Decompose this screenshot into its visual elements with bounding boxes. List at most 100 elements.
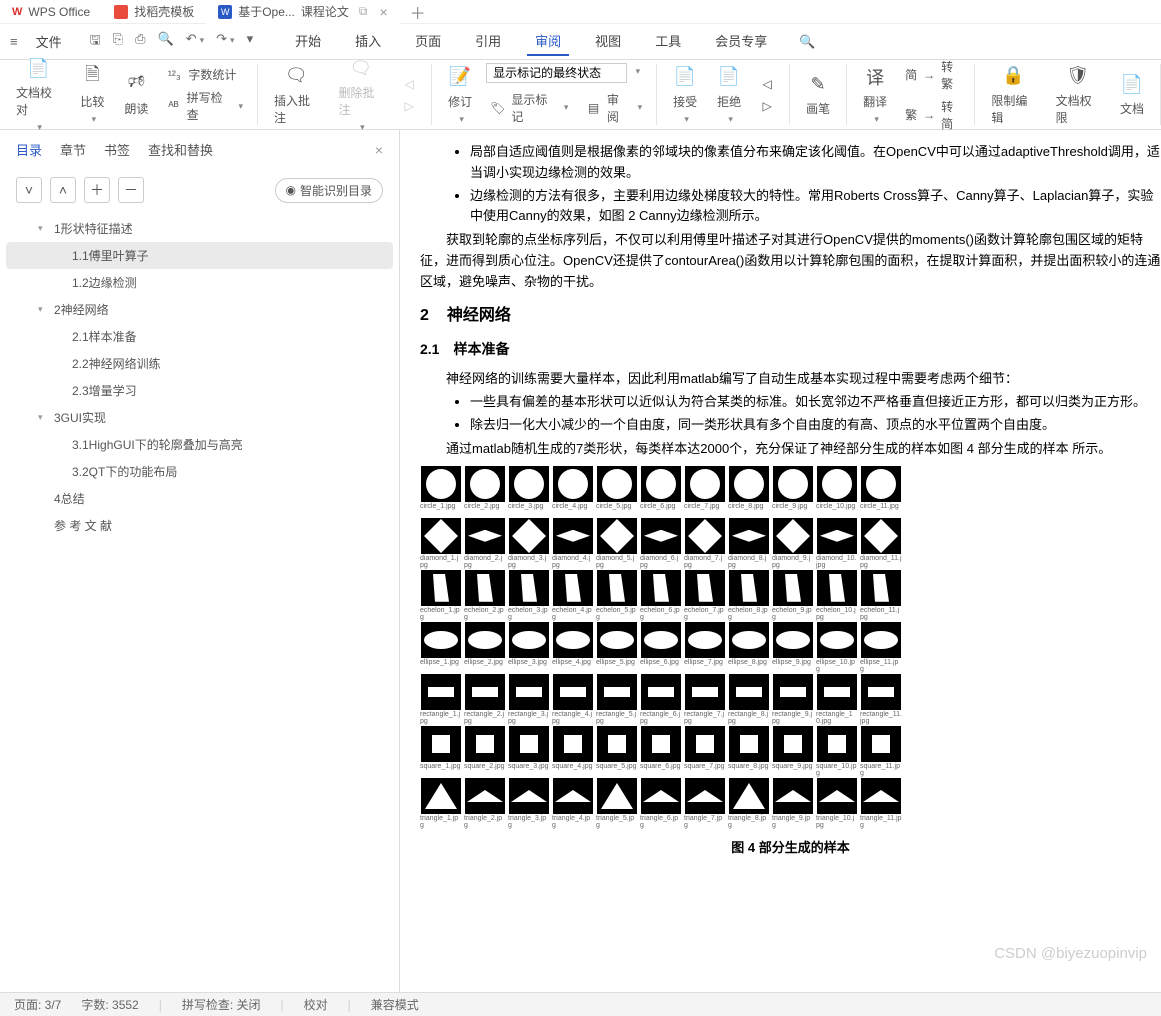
doc-perm-button[interactable]: 🛡文档权限 [1050, 60, 1106, 130]
undo-icon[interactable]: ↶ [186, 31, 204, 53]
toc-item[interactable]: 参 考 文 献 [0, 512, 399, 539]
show-marks-button[interactable]: 🏷显示标记 [486, 89, 572, 127]
sidebar-tab-chapters[interactable]: 章节 [60, 138, 86, 161]
sample-cell: square_8.jpg [728, 726, 770, 778]
toc-item[interactable]: 3GUI实现 [0, 404, 399, 431]
comment-add-icon: 🗨 [284, 64, 308, 88]
compare-button[interactable]: 🗎比较 [74, 61, 110, 129]
statusbar: 页面: 3/7 字数: 3552 | 拼写检查: 关闭 | 校对 | 兼容模式 [0, 992, 1161, 1016]
tab-start[interactable]: 开始 [287, 27, 329, 56]
tab-view[interactable]: 视图 [587, 27, 629, 56]
sample-cell: triangle_11.jpg [860, 778, 902, 830]
next-change-button[interactable]: ▷ [755, 96, 779, 116]
read-button[interactable]: 🕫朗读 [118, 68, 154, 121]
ribbon: 📄文档校对 🗎比较 🕫朗读 ¹²₃字数统计 ᴬᴮ拼写检查 🗨插入批注 🗨删除批注… [0, 60, 1161, 130]
toc-item[interactable]: 2.3增量学习 [0, 377, 399, 404]
revise-button[interactable]: 📝修订 [442, 61, 478, 129]
toc-item[interactable]: 2.2神经网络训练 [0, 350, 399, 377]
tab-member[interactable]: 会员专享 [707, 27, 775, 56]
new-tab-button[interactable]: ＋ [400, 0, 436, 24]
doc-bullet: 除去归一化大小减少的一个自由度，同一类形状具有多个自由度的有高、顶点的水平位置两… [470, 415, 1161, 436]
pane-icon: ▤ [586, 100, 600, 116]
sidebar-tab-findreplace[interactable]: 查找和替换 [148, 138, 213, 161]
file-menu[interactable]: 文件 [28, 28, 70, 55]
proof-icon: 📄 [26, 56, 50, 80]
redo-icon[interactable]: ↷ [216, 31, 234, 53]
tab-tools[interactable]: 工具 [647, 27, 689, 56]
toc-item[interactable]: 3.1HighGUI下的轮廓叠加与高亮 [0, 431, 399, 458]
sidebar-close-icon[interactable]: × [375, 142, 383, 158]
close-icon[interactable]: × [379, 4, 387, 20]
toc-item[interactable]: 2神经网络 [0, 296, 399, 323]
tab-wps[interactable]: WWPS Office [0, 0, 102, 24]
status-proof[interactable]: 校对 [304, 996, 328, 1013]
tab-review[interactable]: 审阅 [527, 27, 569, 56]
brush-button[interactable]: ✎画笔 [800, 68, 836, 121]
tab-daoke[interactable]: 找稻壳模板 [102, 0, 206, 24]
simp-to-trad-button[interactable]: 简→转繁 [901, 56, 964, 94]
sidebar-tab-toc[interactable]: 目录 [16, 138, 42, 161]
prev-comment-button[interactable]: ◁ [397, 74, 421, 94]
tab-page[interactable]: 页面 [407, 27, 449, 56]
sample-cell: ellipse_1.jpg [420, 622, 462, 674]
status-words[interactable]: 字数: 3552 [81, 996, 138, 1013]
toc-item[interactable]: 4总结 [0, 485, 399, 512]
sample-cell: rectangle_9.jpg [772, 674, 814, 726]
status-compat[interactable]: 兼容模式 [371, 996, 419, 1013]
tab-document[interactable]: W 基于Ope... 课程论文 ⧉ × [206, 0, 399, 24]
status-page[interactable]: 页面: 3/7 [14, 996, 61, 1013]
toc-item[interactable]: 1.1傅里叶算子 [6, 242, 393, 269]
reject-button[interactable]: 📄拒绝 [711, 61, 747, 129]
insert-comment-button[interactable]: 🗨插入批注 [268, 60, 325, 130]
doc-more-button[interactable]: 📄文档 [1114, 68, 1150, 121]
print-icon[interactable]: ⎙ [135, 31, 145, 53]
sample-cell: echelon_2.jpg [464, 570, 506, 622]
smart-toc-button[interactable]: ◉智能识别目录 [275, 178, 384, 203]
accept-button[interactable]: 📄接受 [667, 61, 703, 129]
sample-cell: ellipse_2.jpg [464, 622, 506, 674]
next-comment-button[interactable]: ▷ [397, 96, 421, 116]
sample-cell: square_7.jpg [684, 726, 726, 778]
sample-cell: ellipse_10.jpg [816, 622, 858, 674]
sample-cell: circle_11.jpg [860, 466, 902, 518]
toc-item[interactable]: 3.2QT下的功能布局 [0, 458, 399, 485]
speaker-icon: 🕫 [124, 72, 148, 96]
search-icon[interactable]: 🔍 [799, 34, 815, 50]
expand-button[interactable]: ˄ [50, 177, 76, 203]
doc-proof-button[interactable]: 📄文档校对 [10, 52, 66, 137]
spell-check-button[interactable]: ᴬᴮ拼写检查 [162, 87, 247, 125]
remove-section-button[interactable]: － [118, 177, 144, 203]
toc-item[interactable]: 1形状特征描述 [0, 215, 399, 242]
toc-item[interactable]: 2.1样本准备 [0, 323, 399, 350]
review-pane-button[interactable]: ▤审阅 [582, 89, 646, 127]
add-section-button[interactable]: ＋ [84, 177, 110, 203]
sample-cell: rectangle_5.jpg [596, 674, 638, 726]
sample-grid: circle_1.jpgcircle_2.jpgcircle_3.jpgcirc… [420, 466, 1161, 830]
eye-icon: ◉ [286, 183, 296, 197]
doc-paragraph: 通过matlab随机生成的7类形状，每类样本达2000个，充分保证了神经部分生成… [420, 439, 1161, 460]
delete-comment-button[interactable]: 🗨删除批注 [333, 52, 390, 137]
sample-cell: circle_2.jpg [464, 466, 506, 518]
tab-popout-icon[interactable]: ⧉ [359, 4, 368, 19]
link-icon[interactable]: ⎘ [113, 31, 123, 53]
document-area[interactable]: 局部自适应阈值则是根据像素的邻域块的像素值分布来确定该化阈值。在OpenCV中可… [400, 130, 1161, 992]
overflow-icon[interactable]: ▾ [247, 31, 254, 53]
hamburger-icon[interactable]: ≡ [10, 34, 18, 49]
sample-cell: circle_6.jpg [640, 466, 682, 518]
limit-edit-button[interactable]: 🔒限制编辑 [985, 60, 1041, 130]
preview-icon[interactable]: 🔍 [158, 31, 174, 53]
sample-cell: rectangle_8.jpg [728, 674, 770, 726]
prev-icon: ◁ [401, 76, 417, 92]
trad-to-simp-button[interactable]: 繁→转简 [901, 96, 964, 134]
translate-button[interactable]: 译翻译 [857, 61, 893, 129]
revision-display-select[interactable]: 显示标记的最终状态 [486, 63, 627, 83]
save-icon[interactable]: 🖫 [90, 31, 101, 53]
collapse-button[interactable]: ˅ [16, 177, 42, 203]
tab-reference[interactable]: 引用 [467, 27, 509, 56]
word-count-button[interactable]: ¹²₃字数统计 [162, 64, 247, 85]
sample-cell: diamond_1.jpg [420, 518, 462, 570]
status-spell[interactable]: 拼写检查: 关闭 [182, 996, 261, 1013]
sidebar-tab-bookmarks[interactable]: 书签 [104, 138, 130, 161]
toc-item[interactable]: 1.2边缘检测 [0, 269, 399, 296]
prev-change-button[interactable]: ◁ [755, 74, 779, 94]
